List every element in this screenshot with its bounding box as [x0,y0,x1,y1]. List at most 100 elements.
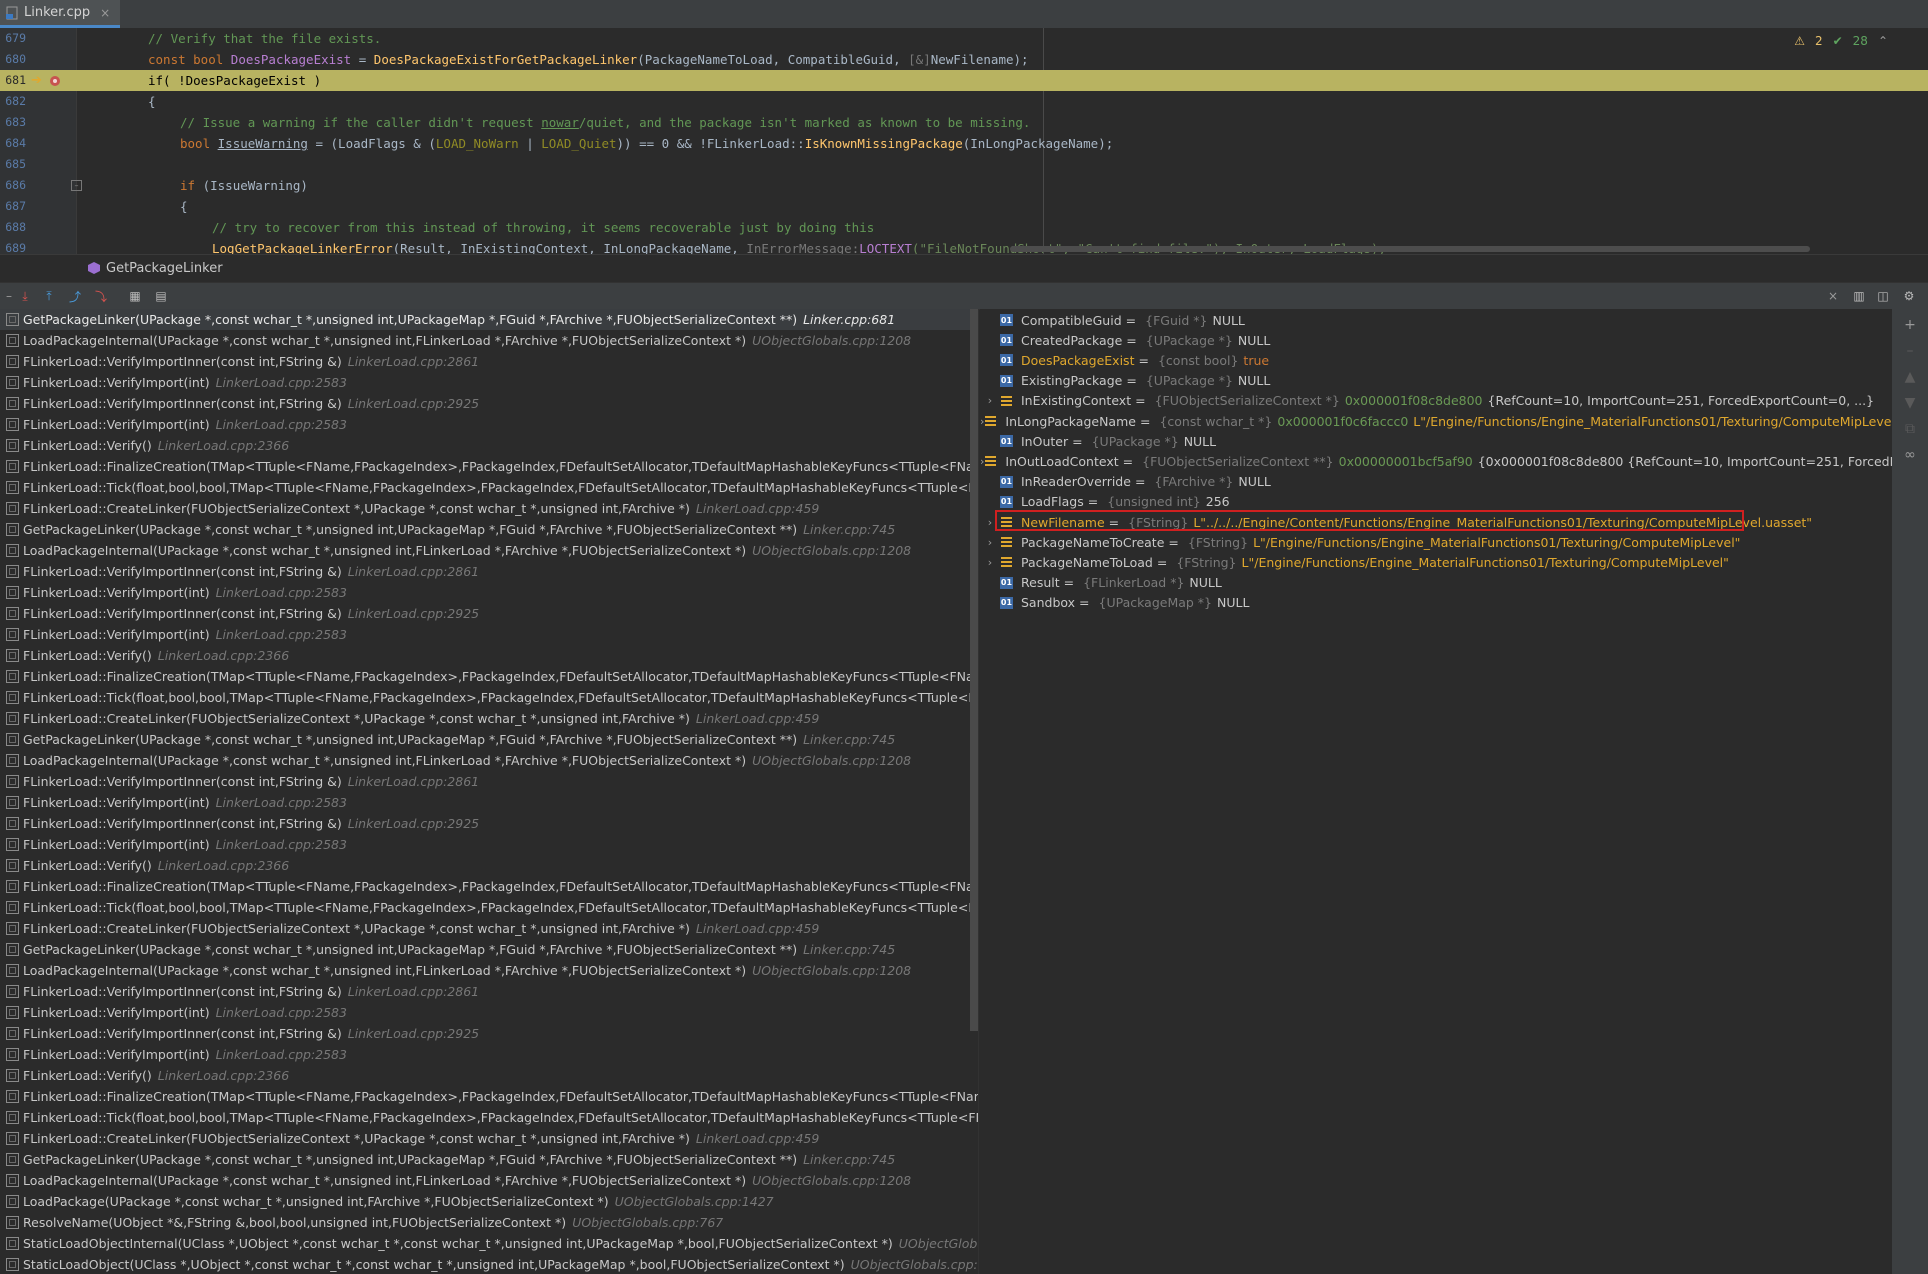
code-line[interactable]: 687 { [0,196,1928,217]
force-step-icon[interactable]: ⤵ [92,287,110,305]
code-line[interactable]: 682 { [0,91,1928,112]
list-view-icon[interactable]: ▤ [152,287,170,305]
stack-frame[interactable]: FLinkerLoad::Tick(float,bool,bool,TMap<T… [0,687,978,708]
code-line[interactable]: 679 // Verify that the file exists. [0,28,1928,49]
code-editor[interactable]: ⚠ 2 ✔ 28 ⌃ 679 // Verify that the file e… [0,28,1928,254]
chevron-right-icon[interactable]: › [980,536,1000,549]
stack-frame[interactable]: StaticLoadObjectInternal(UClass *,UObjec… [0,1233,978,1254]
stack-frame[interactable]: LoadPackageInternal(UPackage *,const wch… [0,1170,978,1191]
code-line[interactable]: 685 [0,154,1928,175]
variable-row[interactable]: 01 ExistingPackage = {UPackage *} NULL [980,371,1892,391]
stack-frame[interactable]: FLinkerLoad::Tick(float,bool,bool,TMap<T… [0,1107,978,1128]
stack-frame[interactable]: FLinkerLoad::CreateLinker(FUObjectSerial… [0,918,978,939]
code-line-current[interactable]: 681 ➔ if( !DoesPackageExist ) [0,70,1928,91]
gear-icon[interactable]: ⚙ [1900,287,1918,305]
stack-frame[interactable]: LoadPackage(UPackage *,const wchar_t *,u… [0,1191,978,1212]
variable-row[interactable]: 01 CompatibleGuid = {FGuid *} NULL [980,310,1892,330]
code-line[interactable]: 680 const bool DoesPackageExist = DoesPa… [0,49,1928,70]
breakpoint-icon[interactable] [49,75,61,87]
variable-row[interactable]: 01 InReaderOverride = {FArchive *} NULL [980,472,1892,492]
call-stack-frames-panel[interactable]: GetPackageLinker(UPackage *,const wchar_… [0,309,979,1274]
chevron-right-icon[interactable]: › [980,394,1000,407]
stack-frame[interactable]: FLinkerLoad::Tick(float,bool,bool,TMap<T… [0,477,978,498]
move-down-icon[interactable]: ▼ [1902,395,1918,411]
chevron-right-icon[interactable]: › [980,516,1000,529]
move-up-icon[interactable]: ▲ [1902,369,1918,385]
close-icon[interactable]: × [1824,287,1842,305]
chevron-right-icon[interactable]: › [980,556,1000,569]
stack-frame[interactable]: ResolveName(UObject *&,FString &,bool,bo… [0,1212,978,1233]
variable-row[interactable]: 01 DoesPackageExist = {const bool} true [980,350,1892,370]
stack-frame[interactable]: FLinkerLoad::Verify() LinkerLoad.cpp:2366 [0,855,978,876]
stack-frame[interactable]: FLinkerLoad::VerifyImport(int) LinkerLoad… [0,1002,978,1023]
tab-linker-cpp[interactable]: Linker.cpp × [0,0,121,28]
stack-frame[interactable]: FLinkerLoad::CreateLinker(FUObjectSerial… [0,498,978,519]
stack-frame[interactable]: GetPackageLinker(UPackage *,const wchar_… [0,1149,978,1170]
variable-row[interactable]: › InExistingContext = {FUObjectSerializeCon… [980,391,1892,411]
code-line[interactable]: 688 // try to recover from this instead … [0,217,1928,238]
variables-panel[interactable]: 01 CompatibleGuid = {FGuid *} NULL 01 CreatedP… [980,309,1892,1274]
stack-frame[interactable]: FLinkerLoad::Verify() LinkerLoad.cpp:2366 [0,435,978,456]
table-view-icon[interactable]: ▦ [126,287,144,305]
variable-row[interactable]: › PackageNameToLoad = {FString} L"/Engine/Fu… [980,552,1892,572]
stack-frame[interactable]: FLinkerLoad::VerifyImportInner(const int… [0,561,978,582]
stack-frame[interactable]: FLinkerLoad::VerifyImport(int) LinkerLoad… [0,624,978,645]
stack-frame[interactable]: FLinkerLoad::VerifyImport(int) LinkerLoad… [0,414,978,435]
stack-frame[interactable]: FLinkerLoad::FinalizeCreation(TMap<TTupl… [0,456,978,477]
code-line[interactable]: 684 bool IssueWarning = (LoadFlags & (LO… [0,133,1928,154]
close-icon[interactable]: × [100,6,110,20]
variable-row[interactable]: 01 Sandbox = {UPackageMap *} NULL [980,593,1892,613]
stack-frame[interactable]: GetPackageLinker(UPackage *,const wchar_… [0,309,978,330]
stack-frame[interactable]: FLinkerLoad::VerifyImportInner(const int… [0,603,978,624]
remove-watch-icon[interactable]: – [1902,343,1918,359]
variable-row[interactable]: 01 LoadFlags = {unsigned int} 256 [980,492,1892,512]
layout-icon[interactable]: ▥ [1850,287,1868,305]
stack-frame[interactable]: FLinkerLoad::VerifyImport(int) LinkerLoad… [0,372,978,393]
stack-frame[interactable]: FLinkerLoad::VerifyImport(int) LinkerLoad… [0,582,978,603]
variable-row[interactable]: 01 InOuter = {UPackage *} NULL [980,431,1892,451]
variable-row[interactable]: 01 CreatedPackage = {UPackage *} NULL [980,330,1892,350]
stack-frame[interactable]: FLinkerLoad::VerifyImport(int) LinkerLoad… [0,792,978,813]
stack-frame[interactable]: LoadPackageInternal(UPackage *,const wch… [0,330,978,351]
stack-frame[interactable]: FLinkerLoad::FinalizeCreation(TMap<TTupl… [0,876,978,897]
variable-row[interactable]: › NewFilename = {FString} L"../../../Engine/… [980,512,1892,532]
stack-frame[interactable]: FLinkerLoad::Verify() LinkerLoad.cpp:2366 [0,1065,978,1086]
stack-frame[interactable]: FLinkerLoad::VerifyImportInner(const int… [0,981,978,1002]
step-into-icon[interactable]: ⤒ [40,287,58,305]
stack-frame[interactable]: LoadPackageInternal(UPackage *,const wch… [0,540,978,561]
code-line[interactable]: 683 // Issue a warning if the caller did… [0,112,1928,133]
stack-frame[interactable]: FLinkerLoad::VerifyImportInner(const int… [0,1023,978,1044]
copy-icon[interactable]: ⧉ [1902,421,1918,437]
stack-frame[interactable]: GetPackageLinker(UPackage *,const wchar_… [0,519,978,540]
variable-row[interactable]: › PackageNameToCreate = {FString} L"/Engine/… [980,532,1892,552]
step-out-icon[interactable]: ⤴ [66,287,84,305]
code-line[interactable]: 686 – if (IssueWarning) [0,175,1928,196]
stack-frame[interactable]: FLinkerLoad::Verify() LinkerLoad.cpp:2366 [0,645,978,666]
restore-icon[interactable]: ◫ [1874,287,1892,305]
stack-frame[interactable]: FLinkerLoad::VerifyImport(int) LinkerLoad… [0,1044,978,1065]
stack-frame[interactable]: LoadPackageInternal(UPackage *,const wch… [0,750,978,771]
fold-icon[interactable]: – [71,180,82,191]
variable-row[interactable]: › InLongPackageName = {const wchar_t *} 0x00… [980,411,1892,431]
glasses-icon[interactable]: ∞ [1902,447,1918,463]
stack-frame[interactable]: GetPackageLinker(UPackage *,const wchar_… [0,939,978,960]
stack-frame[interactable]: LoadPackageInternal(UPackage *,const wch… [0,960,978,981]
stack-frame[interactable]: FLinkerLoad::CreateLinker(FUObjectSerial… [0,1128,978,1149]
stack-frame[interactable]: FLinkerLoad::Tick(float,bool,bool,TMap<T… [0,897,978,918]
step-over-icon[interactable]: ⤓ [16,287,34,305]
stack-frame[interactable]: FLinkerLoad::VerifyImportInner(const int… [0,393,978,414]
editor-horizontal-scrollbar[interactable] [1010,246,1810,252]
frames-scrollbar[interactable] [970,309,978,1031]
breadcrumb[interactable]: GetPackageLinker [0,254,1928,281]
stack-frame[interactable]: FLinkerLoad::VerifyImport(int) LinkerLoad… [0,834,978,855]
stack-frame[interactable]: FLinkerLoad::FinalizeCreation(TMap<TTupl… [0,1086,978,1107]
stack-frame[interactable]: FLinkerLoad::VerifyImportInner(const int… [0,351,978,372]
stack-frame[interactable]: StaticLoadObject(UClass *,UObject *,cons… [0,1254,978,1274]
stack-frame[interactable]: FLinkerLoad::FinalizeCreation(TMap<TTupl… [0,666,978,687]
stack-frame[interactable]: GetPackageLinker(UPackage *,const wchar_… [0,729,978,750]
stack-frame[interactable]: FLinkerLoad::CreateLinker(FUObjectSerial… [0,708,978,729]
variable-row[interactable]: › InOutLoadContext = {FUObjectSerializeCont… [980,451,1892,471]
stack-frame[interactable]: FLinkerLoad::VerifyImportInner(const int… [0,813,978,834]
add-watch-icon[interactable]: + [1902,317,1918,333]
stack-frame[interactable]: FLinkerLoad::VerifyImportInner(const int… [0,771,978,792]
